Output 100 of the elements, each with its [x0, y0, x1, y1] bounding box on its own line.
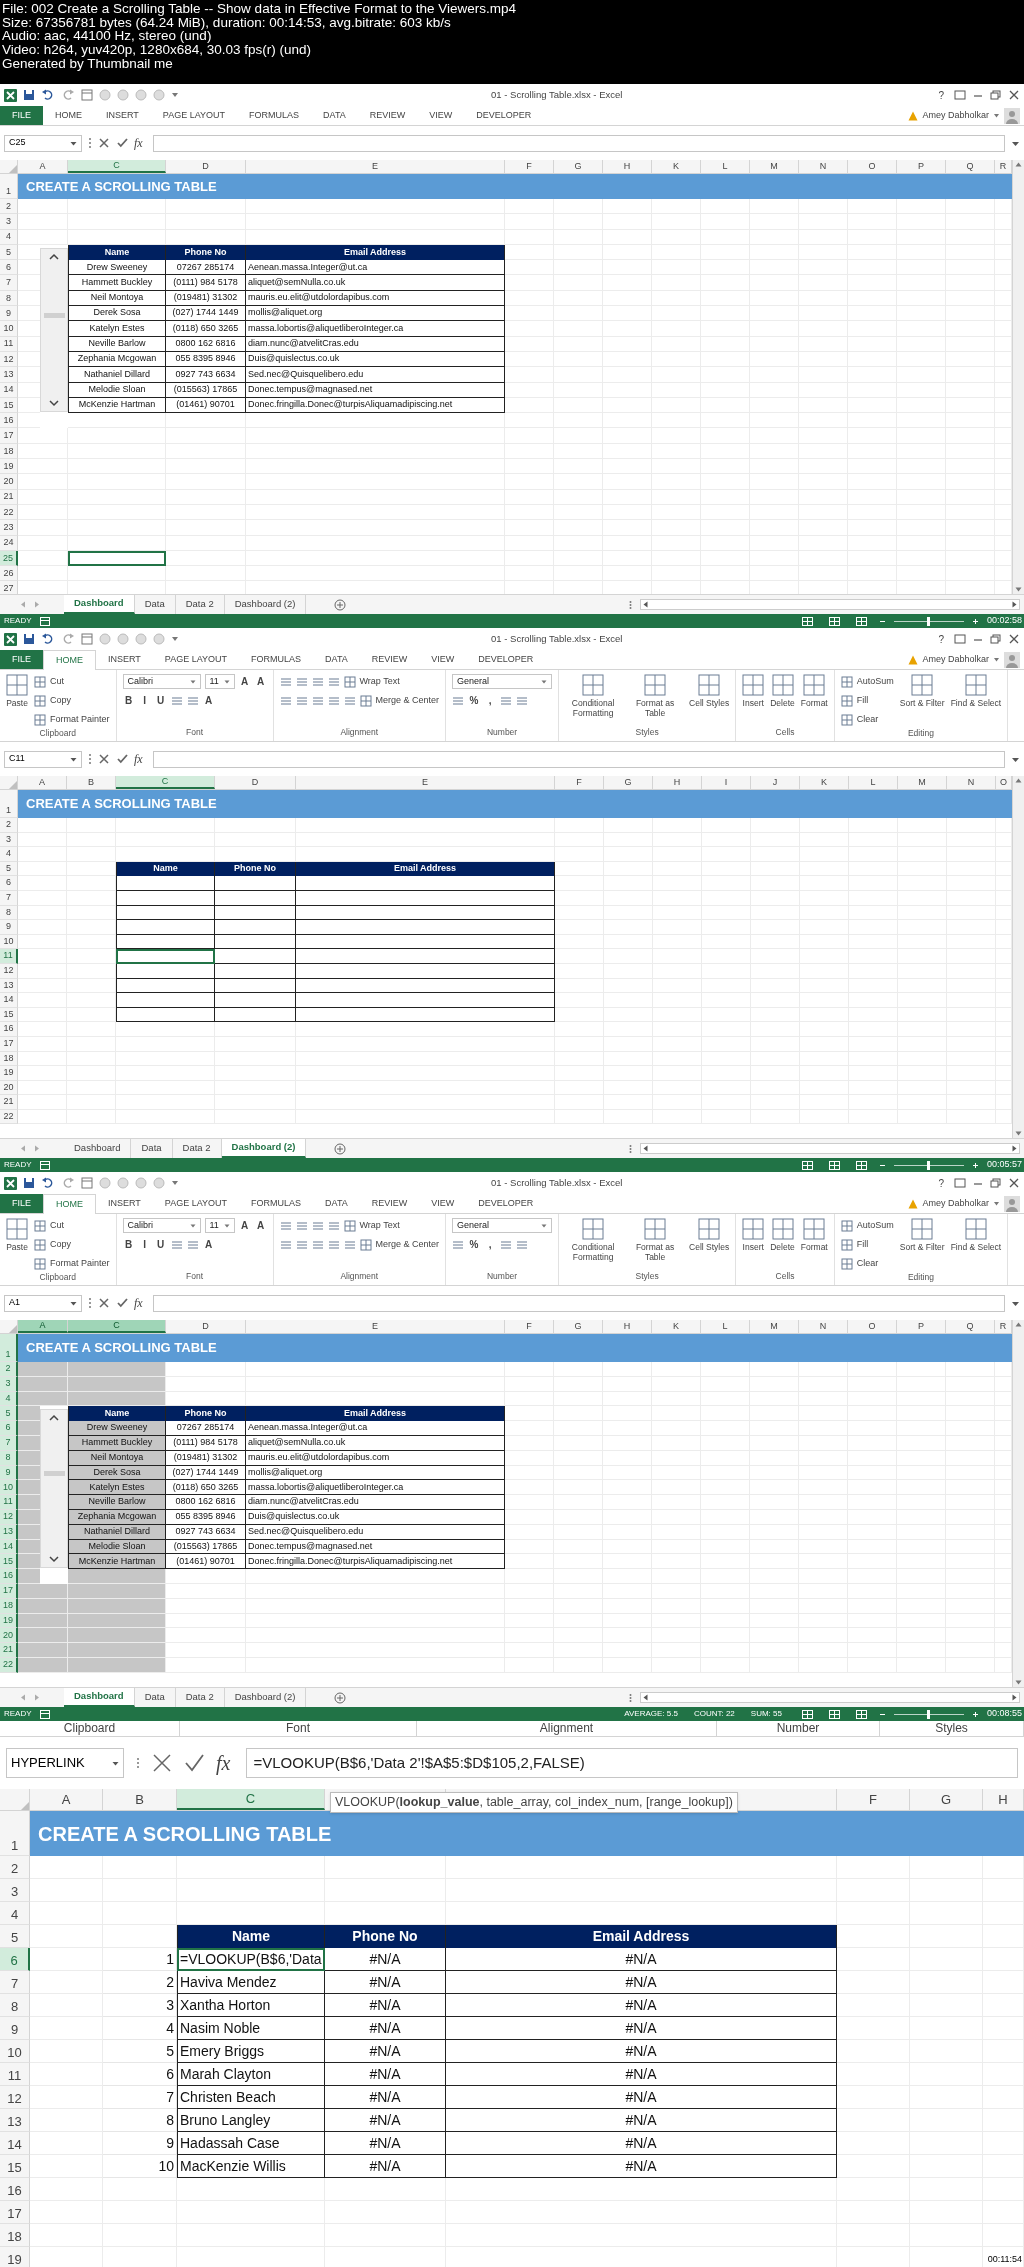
ribbon-button[interactable]: Delete	[770, 1218, 795, 1252]
file-button[interactable]: FILE	[0, 650, 43, 669]
column-header[interactable]: C	[68, 1320, 166, 1333]
ribbon-tab[interactable]: REVIEW	[357, 106, 418, 125]
row-header[interactable]: 2	[0, 1856, 30, 1879]
column-header[interactable]: C	[116, 776, 215, 789]
ribbon-button[interactable]: B	[122, 1237, 135, 1252]
ribbon-button[interactable]: A	[254, 674, 267, 689]
column-header[interactable]: G	[604, 776, 653, 789]
row-header[interactable]: 11	[0, 949, 18, 964]
row-header[interactable]: 19	[0, 1066, 18, 1081]
column-header[interactable]: P	[897, 1320, 946, 1333]
name-box[interactable]: C25	[4, 134, 82, 152]
ribbon-button[interactable]: Format as Table	[627, 1218, 684, 1262]
row-header[interactable]: 6	[0, 1948, 30, 1971]
ribbon-button[interactable]: A	[254, 1218, 267, 1233]
column-header[interactable]: F	[837, 1789, 910, 1810]
ribbon-button[interactable]: U	[154, 693, 167, 708]
column-header[interactable]: O	[848, 160, 897, 173]
ribbon-button[interactable]: Format as Table	[627, 674, 684, 718]
column-header[interactable]: K	[800, 776, 849, 789]
column-header[interactable]: E	[246, 1320, 505, 1333]
row-header[interactable]: 3	[0, 1879, 30, 1902]
ribbon-tab[interactable]: DEVELOPER	[466, 650, 546, 669]
ribbon-button[interactable]: Clear	[840, 712, 879, 727]
row-header[interactable]: 5	[0, 1406, 18, 1422]
ribbon-button[interactable]: I	[138, 693, 151, 708]
ribbon-tab[interactable]: FORMULAS	[237, 106, 312, 125]
ribbon-button[interactable]: Copy	[34, 693, 71, 708]
ribbon-button[interactable]: AutoSum	[840, 674, 894, 689]
column-header[interactable]: A	[30, 1789, 103, 1810]
ribbon-tab[interactable]: INSERT	[96, 650, 153, 669]
ribbon-tab[interactable]: VIEW	[417, 106, 465, 125]
row-header[interactable]: 2	[0, 1362, 18, 1377]
ribbon-button[interactable]: Wrap Text	[343, 674, 400, 689]
ribbon-button[interactable]: Fill	[840, 693, 869, 708]
ribbon-button[interactable]: Wrap Text	[343, 1218, 400, 1233]
row-header[interactable]: 13	[0, 2109, 30, 2132]
column-header[interactable]: F	[505, 160, 554, 173]
row-header[interactable]: 17	[0, 2201, 30, 2224]
help-button[interactable]: ?	[934, 87, 948, 103]
column-header[interactable]: F	[505, 1320, 554, 1333]
row-header[interactable]: 6	[0, 1421, 18, 1436]
ribbon-button[interactable]: Format	[800, 674, 828, 708]
row-header[interactable]: 10	[0, 1480, 18, 1496]
column-header[interactable]: O	[848, 1320, 897, 1333]
row-header[interactable]: 10	[0, 2040, 30, 2063]
ribbon-tab[interactable]: HOME	[43, 106, 94, 125]
column-header[interactable]: J	[751, 776, 800, 789]
ribbon-button[interactable]: Merge & Center	[359, 693, 440, 708]
ribbon-button[interactable]: Format	[800, 1218, 828, 1252]
ribbon-tab[interactable]: INSERT	[96, 1194, 153, 1213]
ribbon-tab[interactable]: FORMULAS	[239, 1194, 314, 1213]
sheet-tab[interactable]: Dashboard (2)	[221, 1139, 307, 1158]
insert-function-button[interactable]: fx	[134, 1294, 147, 1312]
ribbon-button[interactable]: B	[122, 693, 135, 708]
row-header[interactable]: 11	[0, 2063, 30, 2086]
ribbon-tab[interactable]: VIEW	[419, 650, 467, 669]
ribbon-tab[interactable]: DEVELOPER	[466, 1194, 546, 1213]
row-header[interactable]: 2	[0, 818, 18, 833]
column-header[interactable]: A	[18, 1320, 68, 1333]
column-header[interactable]: N	[799, 1320, 848, 1333]
ribbon-button[interactable]: U	[154, 1237, 167, 1252]
ribbon-button[interactable]: A	[202, 693, 215, 708]
row-header[interactable]: 20	[0, 474, 18, 490]
ribbon-tab[interactable]: PAGE LAYOUT	[152, 650, 240, 669]
row-header[interactable]: 17	[0, 428, 18, 444]
ribbon-button[interactable]: %	[468, 1237, 481, 1252]
ribbon-tab[interactable]: FORMULAS	[239, 650, 314, 669]
column-header[interactable]: E	[296, 776, 555, 789]
ribbon-button[interactable]: Format Painter	[34, 712, 110, 727]
ribbon-tab[interactable]: HOME	[43, 650, 96, 670]
formula-field[interactable]: =VLOOKUP(B$6,'Data 2'!$A$5:$D$105,2,FALSE)	[246, 1748, 1018, 1778]
column-header[interactable]: K	[652, 1320, 701, 1333]
ribbon-button[interactable]: %	[468, 693, 481, 708]
row-header[interactable]: 1	[0, 1811, 30, 1856]
row-header[interactable]: 27	[0, 581, 18, 594]
ribbon-button[interactable]: A	[202, 1237, 215, 1252]
sheet-tab[interactable]: Dashboard	[64, 1688, 135, 1707]
column-header[interactable]: D	[166, 1320, 246, 1333]
ribbon-button[interactable]: Format Painter	[34, 1256, 110, 1271]
row-header[interactable]: 1	[0, 174, 18, 199]
column-header[interactable]: H	[603, 1320, 652, 1333]
ribbon-tab[interactable]: DATA	[311, 106, 358, 125]
insert-function-button[interactable]: fx	[134, 134, 147, 152]
dropdown-field[interactable]: General	[452, 674, 553, 689]
ribbon-button[interactable]: Sort & Filter	[899, 1218, 945, 1252]
ribbon-button[interactable]: Conditional Formatting	[565, 1218, 622, 1262]
ribbon-tab[interactable]: PAGE LAYOUT	[152, 1194, 240, 1213]
row-header[interactable]: 3	[0, 214, 18, 230]
column-header[interactable]: Q	[946, 1320, 995, 1333]
ribbon-button[interactable]: A	[238, 674, 251, 689]
row-header[interactable]: 26	[0, 566, 18, 582]
ribbon-button[interactable]: AutoSum	[840, 1218, 894, 1233]
ribbon-button[interactable]: Sort & Filter	[899, 674, 945, 708]
column-header[interactable]: M	[750, 1320, 799, 1333]
row-header[interactable]: 9	[0, 2017, 30, 2040]
row-header[interactable]: 20	[0, 1628, 18, 1644]
ribbon-tab[interactable]: PAGE LAYOUT	[150, 106, 238, 125]
user-name[interactable]: Amey Dabholkar	[922, 652, 989, 667]
